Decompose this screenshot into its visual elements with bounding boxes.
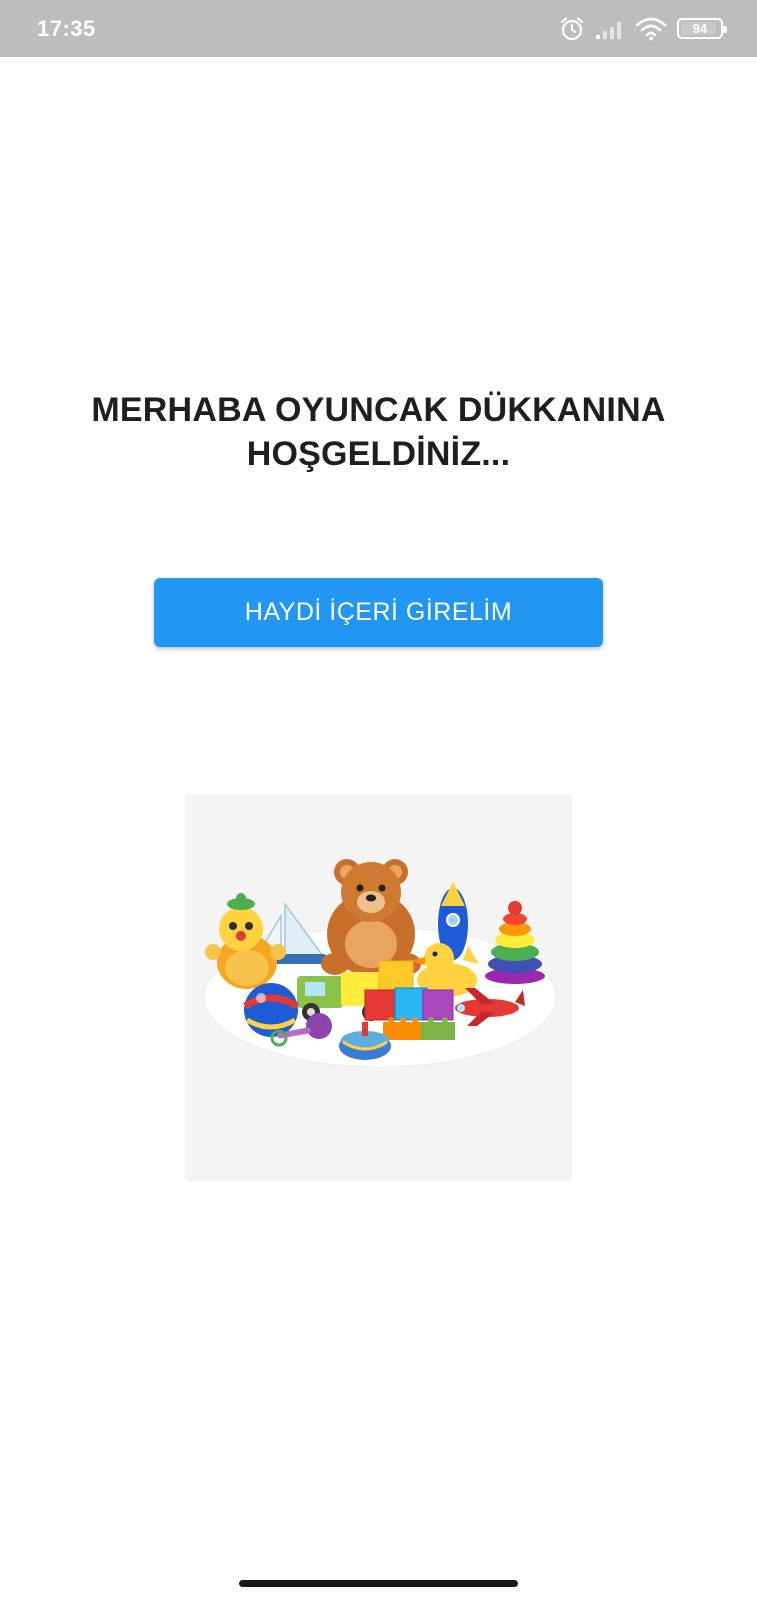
enter-store-button[interactable]: HAYDİ İÇERİ GİRELİM — [154, 578, 603, 647]
alarm-icon — [559, 16, 585, 42]
wifi-icon — [635, 17, 667, 41]
welcome-screen: 17:35 94 MERHABA OYUNCAK DÜKKANINA HOŞGE… — [0, 0, 757, 1600]
home-indicator[interactable] — [239, 1580, 518, 1587]
battery-percent: 94 — [692, 21, 708, 36]
signal-icon — [595, 18, 625, 40]
welcome-title: MERHABA OYUNCAK DÜKKANINA HOŞGELDİNİZ... — [91, 391, 666, 473]
battery-icon: 94 — [677, 18, 727, 39]
status-time: 17:35 — [37, 15, 96, 41]
toys-illustration — [185, 794, 572, 1181]
status-icons: 94 — [559, 16, 727, 42]
status-bar: 17:35 94 — [0, 0, 757, 57]
